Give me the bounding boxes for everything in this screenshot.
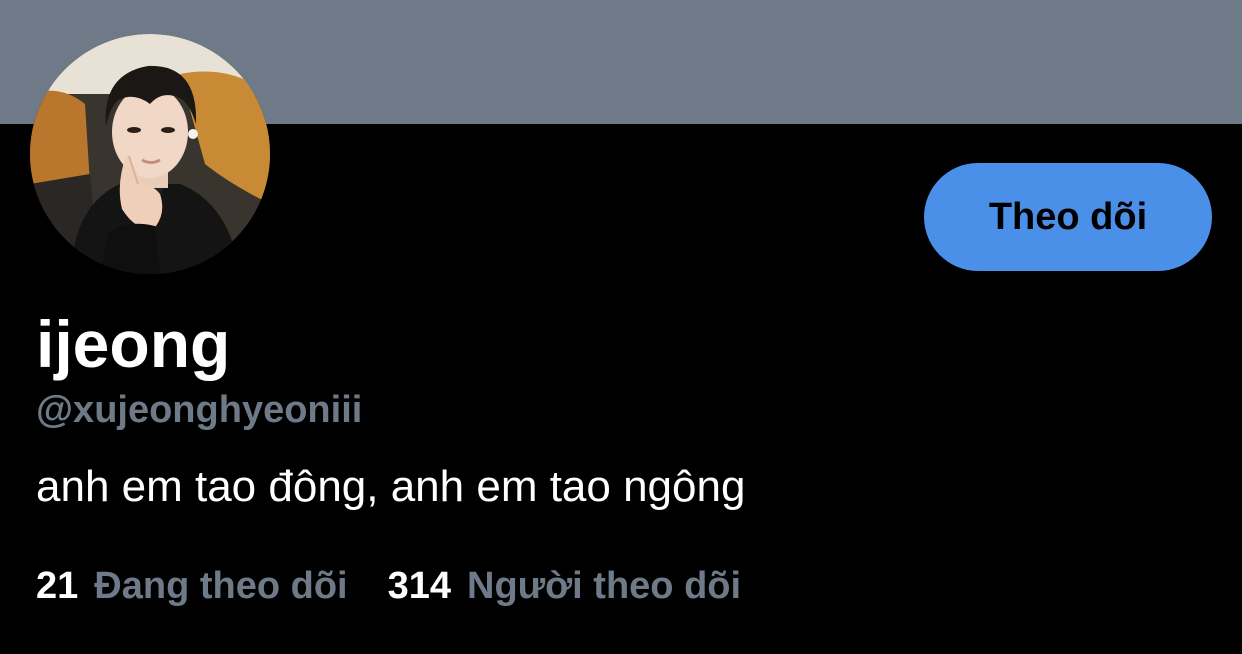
profile-page: Theo dõi ijeong @xujeonghyeoniii anh em … [0, 0, 1242, 654]
user-handle: @xujeonghyeoniii [36, 389, 363, 431]
avatar-photo [30, 34, 270, 274]
following-link[interactable]: 21 Đang theo dõi [36, 565, 348, 608]
follow-button[interactable]: Theo dõi [924, 163, 1212, 271]
following-label: Đang theo dõi [94, 564, 348, 607]
profile-bio: anh em tao đông, anh em tao ngông [36, 462, 746, 511]
followers-link[interactable]: 314 Người theo dõi [388, 565, 741, 608]
avatar[interactable] [30, 34, 270, 274]
follow-stats: 21 Đang theo dõi 314 Người theo dõi [36, 562, 781, 610]
followers-count: 314 [387, 564, 451, 607]
followers-label: Người theo dõi [467, 564, 742, 607]
display-name: ijeong [36, 307, 231, 381]
following-count: 21 [36, 564, 79, 607]
